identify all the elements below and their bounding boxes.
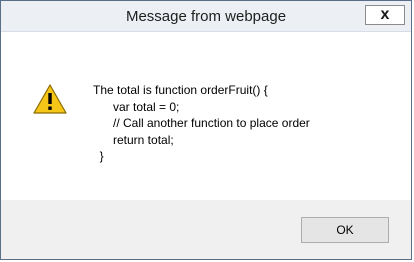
- message-dialog: Message from webpage x The total is func…: [0, 0, 412, 260]
- dialog-title: Message from webpage: [125, 8, 287, 25]
- ok-button[interactable]: OK: [301, 217, 389, 243]
- dialog-footer: OK: [1, 200, 411, 259]
- close-button[interactable]: x: [365, 5, 405, 25]
- warning-icon: [33, 84, 67, 114]
- close-icon: x: [380, 6, 390, 23]
- message-text: The total is function orderFruit() { var…: [93, 83, 310, 163]
- dialog-titlebar[interactable]: Message from webpage x: [1, 1, 411, 32]
- dialog-content: The total is function orderFruit() { var…: [1, 32, 411, 200]
